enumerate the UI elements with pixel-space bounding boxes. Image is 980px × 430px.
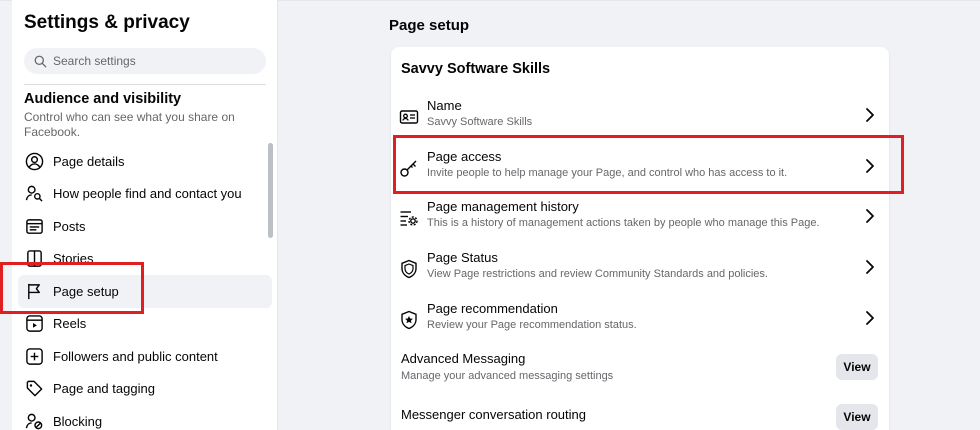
reels-icon: [24, 314, 44, 334]
posts-icon: [24, 216, 44, 236]
row-description: Review your Page recommendation status.: [427, 319, 637, 331]
shield-icon: [399, 259, 419, 279]
list-gear-icon: [399, 208, 419, 228]
sidebar-item-page-details[interactable]: Page details: [18, 145, 272, 178]
id-card-icon: [399, 107, 419, 127]
search-input[interactable]: Search settings: [24, 48, 266, 74]
sidebar-item-label: Followers and public content: [53, 348, 218, 364]
advanced-messaging-title: Advanced Messaging: [401, 351, 526, 366]
sidebar-scrollbar[interactable]: [268, 143, 273, 238]
highlight-box-page-access: [393, 135, 904, 194]
row-management-history[interactable]: Page management history This is a histor…: [391, 196, 889, 246]
person-block-icon: [24, 411, 44, 430]
chevron-right-icon: [866, 108, 874, 122]
row-description: View Page restrictions and review Commun…: [427, 268, 768, 280]
sidebar-item-find-contact[interactable]: How people find and contact you: [18, 178, 272, 211]
sidebar-item-label: Blocking: [53, 413, 103, 429]
highlight-box-page-setup: [0, 262, 144, 314]
chevron-right-icon: [866, 209, 874, 223]
row-title: Page management history: [427, 199, 579, 214]
sidebar-item-label: Page and tagging: [53, 381, 155, 397]
advanced-messaging-description: Manage your advanced messaging settings: [401, 370, 614, 382]
chevron-right-icon: [866, 311, 874, 325]
page-setup-card: Savvy Software Skills Name Savvy Softwar…: [391, 47, 889, 430]
section-description: Control who can see what you share on Fa…: [24, 110, 235, 139]
sidebar-item-label: Reels: [53, 316, 87, 332]
person-circle-icon: [24, 151, 44, 171]
chevron-right-icon: [866, 260, 874, 274]
sidebar-item-label: Page details: [53, 153, 125, 169]
card-title: Savvy Software Skills: [401, 61, 551, 77]
search-icon: [34, 55, 47, 68]
row-page-status[interactable]: Page Status View Page restrictions and r…: [391, 247, 889, 297]
sidebar-item-label: Posts: [53, 218, 86, 234]
tag-icon: [24, 379, 44, 399]
row-description: Savvy Software Skills: [427, 116, 533, 128]
sidebar-title: Settings & privacy: [24, 12, 190, 33]
sidebar-item-posts[interactable]: Posts: [18, 210, 272, 243]
star-shield-icon: [399, 310, 419, 330]
sidebar-item-followers[interactable]: Followers and public content: [18, 340, 272, 373]
row-description: This is a history of management actions …: [427, 217, 820, 229]
messenger-routing-view-button[interactable]: View: [836, 404, 878, 430]
row-page-recommendation[interactable]: Page recommendation Review your Page rec…: [391, 298, 889, 348]
sidebar-item-tagging[interactable]: Page and tagging: [18, 373, 272, 406]
row-title: Name: [427, 98, 462, 113]
person-search-icon: [24, 184, 44, 204]
page-title: Page setup: [389, 17, 470, 34]
search-placeholder: Search settings: [53, 54, 136, 68]
plus-square-icon: [24, 346, 44, 366]
section-title: Audience and visibility: [24, 91, 182, 107]
advanced-messaging-view-button[interactable]: View: [836, 354, 878, 380]
divider: [24, 84, 266, 85]
settings-sidebar: Settings & privacy Search settings Audie…: [12, 0, 278, 430]
sidebar-item-blocking[interactable]: Blocking: [18, 405, 272, 430]
sidebar-item-label: How people find and contact you: [53, 186, 242, 202]
row-title: Page Status: [427, 250, 498, 265]
row-title: Page recommendation: [427, 301, 558, 316]
messenger-routing-title: Messenger conversation routing: [401, 407, 586, 422]
